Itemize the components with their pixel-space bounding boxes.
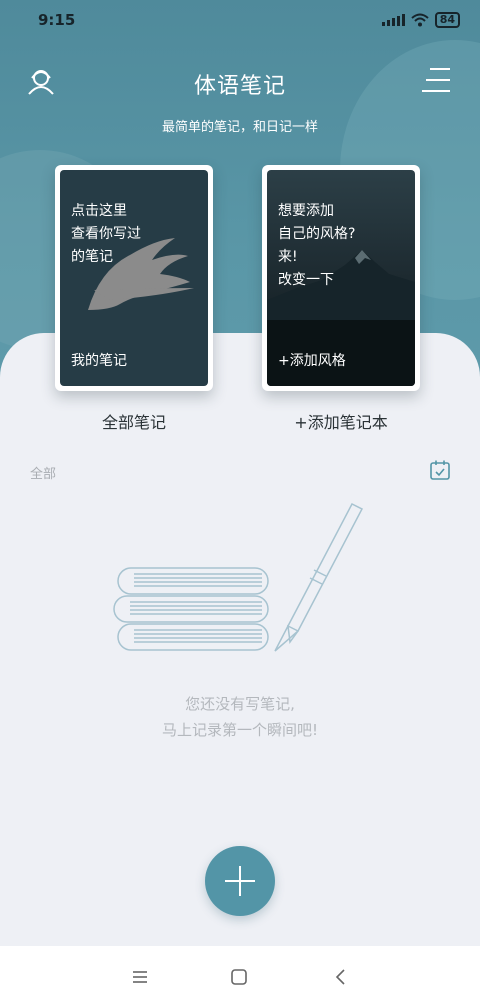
my-notes-card-footer: 我的笔记 <box>71 353 127 369</box>
card-line: 自己的风格? <box>278 226 356 242</box>
empty-state-line: 您还没有写笔记, <box>185 695 295 713</box>
card-line: 改变一下 <box>278 272 334 288</box>
app-title: 体语笔记 <box>193 74 286 99</box>
filter-label[interactable]: 全部 <box>30 463 56 482</box>
empty-state-line: 马上记录第一个瞬间吧! <box>161 721 318 739</box>
add-style-card-cover: 想要添加 自己的风格? 来! 改变一下 +添加风格 <box>267 170 415 386</box>
recents-icon[interactable] <box>127 964 153 990</box>
empty-state-message: 您还没有写笔记, 马上记录第一个瞬间吧! <box>0 691 480 743</box>
status-time: 9:15 <box>38 11 76 29</box>
my-notes-card-text: 点击这里 查看你写过 的笔记 <box>71 200 141 269</box>
my-notes-card[interactable]: 点击这里 查看你写过 的笔记 我的笔记 <box>55 165 213 391</box>
home-icon[interactable] <box>226 964 252 990</box>
back-icon[interactable] <box>328 964 354 990</box>
all-notes-link[interactable]: 全部笔记 <box>55 409 213 433</box>
add-style-card-footer: +添加风格 <box>278 353 346 369</box>
card-line: 点击这里 <box>71 203 127 219</box>
wifi-icon <box>411 13 429 27</box>
books-and-pen-icon <box>113 503 364 652</box>
card-line: 来! <box>278 249 298 265</box>
status-bar: 9:15 84 <box>0 0 480 42</box>
app-subtitle: 最简单的笔记，和日记一样 <box>161 120 318 135</box>
add-note-button[interactable] <box>205 846 275 916</box>
card-line: 的笔记 <box>71 249 113 265</box>
system-nav-bar <box>0 946 480 1008</box>
signal-icon <box>381 14 405 26</box>
add-style-card[interactable]: 想要添加 自己的风格? 来! 改变一下 +添加风格 <box>262 165 420 391</box>
menu-icon[interactable] <box>422 68 450 94</box>
card-line: 想要添加 <box>278 203 334 219</box>
card-line: 查看你写过 <box>71 226 141 242</box>
calendar-icon[interactable] <box>429 459 451 481</box>
battery-icon: 84 <box>434 12 460 28</box>
add-style-card-text: 想要添加 自己的风格? 来! 改变一下 <box>278 200 355 292</box>
add-notebook-link[interactable]: +添加笔记本 <box>262 409 420 433</box>
my-notes-card-cover: 点击这里 查看你写过 的笔记 我的笔记 <box>60 170 208 386</box>
status-icons: 84 <box>381 12 460 28</box>
